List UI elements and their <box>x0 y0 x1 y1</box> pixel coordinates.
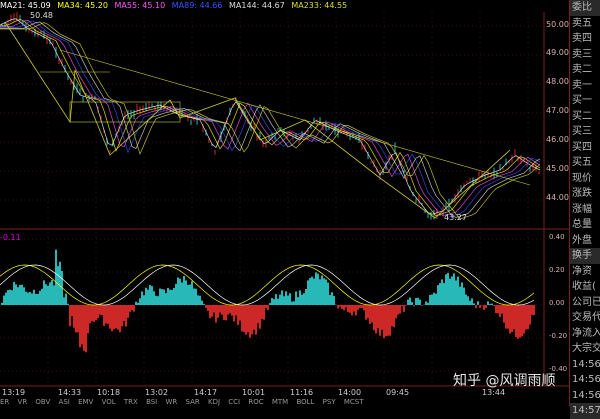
sidebar-row: 14:56 <box>572 358 600 370</box>
trend-line <box>59 49 531 186</box>
indicator-tab[interactable]: TRX <box>124 398 138 406</box>
price-tick: 47.00 <box>546 106 569 115</box>
indicator-tab[interactable]: VOL <box>102 398 116 406</box>
sidebar-row: 大宗交 <box>572 343 600 354</box>
indicator-tab[interactable]: PSY <box>323 398 336 406</box>
osc-tick: -0.20 <box>549 332 568 340</box>
watermark: 知乎 @风调雨顺 <box>453 373 556 389</box>
sidebar-row: 净流入 <box>572 327 600 339</box>
sidebar-row: 14:56 <box>572 374 600 385</box>
low-annotation: 43.27 <box>444 213 467 222</box>
osc-tick: 0.00 <box>549 299 565 307</box>
price-tick: 50.00 <box>546 20 569 29</box>
indicator-tab[interactable]: CCI <box>228 398 240 406</box>
indicator-tab[interactable]: ASI <box>59 398 70 406</box>
ma144-label: MA144: 44.67 <box>229 1 285 10</box>
indicator-tab[interactable]: ROC <box>248 398 263 406</box>
sidebar-row: 收益( <box>572 281 596 292</box>
ma-line <box>0 20 541 217</box>
sidebar-row: 买三 <box>572 126 592 137</box>
sidebar-row: 换手 <box>570 248 600 264</box>
indicator-tab[interactable]: OBV <box>35 398 50 406</box>
indicator-tab[interactable]: ER <box>0 398 9 406</box>
time-label: 14:00 <box>338 388 362 397</box>
high-annotation: 50.48 <box>30 11 53 20</box>
indicator-tab[interactable]: BOLL <box>296 398 314 406</box>
time-label: 14:33 <box>58 388 82 397</box>
sidebar-row: 交易代 <box>572 312 600 323</box>
sidebar-row: 总量 <box>572 219 592 230</box>
indicator-tab[interactable]: KDJ <box>208 398 220 406</box>
osc-tick: 0.40 <box>549 233 565 241</box>
sidebar-row: 买二 <box>572 110 592 122</box>
indicator-tab[interactable]: MCST <box>344 398 364 406</box>
time-label: 13:02 <box>145 388 169 397</box>
sidebar-row: 卖一 <box>572 79 592 91</box>
sidebar-row: 买四 <box>572 141 592 153</box>
ma-line <box>0 21 541 218</box>
price-tick: 49.00 <box>546 48 569 57</box>
time-label: 10:18 <box>97 388 121 397</box>
indicator-tab[interactable]: MTM <box>272 398 288 406</box>
sidebar-row: 公司已 <box>572 296 600 308</box>
osc-tick: 0.20 <box>549 266 565 274</box>
quote-sidebar: 委比 卖五 卖四 卖三 卖二 卖一 买一 买二 买三 买四 买五 现价 涨跌 涨… <box>569 0 600 419</box>
sidebar-row: 外盘 <box>572 234 592 246</box>
oscillator-value: -0.11 <box>0 233 21 242</box>
sidebar-row: 14:57 <box>570 403 600 419</box>
sidebar-row: 涨幅 <box>572 203 592 215</box>
ma89-label: MA89: 44.66 <box>171 1 223 10</box>
ma-line <box>0 22 541 220</box>
price-tick: 44.00 <box>546 193 569 202</box>
zigzag-line <box>4 21 511 219</box>
time-label: 11:16 <box>290 388 314 397</box>
sidebar-row: 买五 <box>572 157 592 168</box>
sidebar-row: 买一 <box>572 95 592 106</box>
indicator-tabs: ER VR OBV ASI EMV VOL TRX BSI WR SAR KDJ… <box>0 398 569 406</box>
indicator-tab[interactable]: EMV <box>78 398 93 406</box>
sidebar-row: 卖五 <box>572 17 592 29</box>
ma233-label: MA233: 44.55 <box>291 1 348 10</box>
indicator-tab[interactable]: BSI <box>146 398 157 406</box>
ma21-label: MA21: 45.09 <box>0 1 51 10</box>
time-label: 14:17 <box>194 388 218 397</box>
sidebar-row: 涨跌 <box>572 188 592 199</box>
time-label: 09:45 <box>386 388 410 397</box>
indicator-tab[interactable]: WR <box>165 398 177 406</box>
indicator-tab[interactable]: SAR <box>186 398 200 406</box>
ma55-label: MA55: 45.10 <box>114 1 166 10</box>
price-tick: 45.00 <box>546 164 569 173</box>
sidebar-row: 委比 <box>570 0 600 16</box>
price-tick: 46.00 <box>546 135 569 144</box>
sidebar-row: 卖四 <box>572 33 592 44</box>
sidebar-row: 净资 <box>572 265 592 277</box>
time-label: 13:19 <box>2 388 26 397</box>
indicator-tab[interactable]: VR <box>18 398 28 406</box>
sidebar-row: 现价 <box>572 172 592 184</box>
ma34-label: MA34: 45.20 <box>57 1 108 10</box>
stock-chart[interactable] <box>0 0 600 406</box>
price-tick: 48.00 <box>546 77 569 86</box>
sidebar-row: 卖三 <box>572 48 592 60</box>
ma-line <box>0 18 541 217</box>
oscillator-panel <box>0 249 535 353</box>
ma-line <box>0 20 541 218</box>
sidebar-row: 14:56 <box>572 389 600 401</box>
price-panel <box>0 12 541 220</box>
sidebar-row: 卖二 <box>572 64 592 75</box>
time-label: 10:01 <box>242 388 266 397</box>
ma-line <box>0 18 541 215</box>
